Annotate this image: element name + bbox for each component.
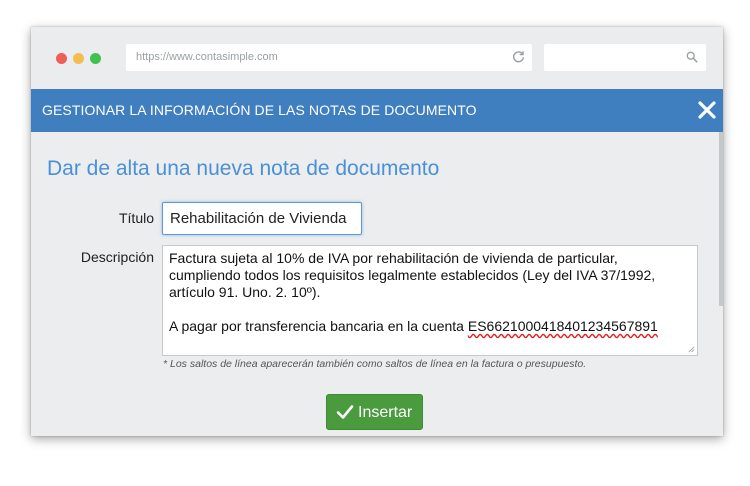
browser-search-box[interactable] (544, 44, 706, 71)
modal-body: Dar de alta una nueva nota de documento … (31, 132, 723, 436)
maximize-window-dot[interactable] (90, 53, 101, 64)
description-line: artículo 91. Uno. 2. 10º). (169, 284, 321, 300)
line-break-note: * Los saltos de línea aparecerán también… (163, 358, 587, 370)
insert-button-label: Insertar (358, 404, 413, 421)
description-label: Descripción (80, 249, 154, 265)
modal-title: GESTIONAR LA INFORMACIÓN DE LAS NOTAS DE… (42, 102, 477, 118)
modal-header: GESTIONAR LA INFORMACIÓN DE LAS NOTAS DE… (31, 89, 723, 132)
close-icon[interactable] (697, 100, 717, 120)
description-textarea[interactable]: Factura sujeta al 10% de IVA por rehabil… (162, 245, 698, 356)
title-input[interactable] (162, 202, 362, 235)
description-payment-text: A pagar por transferencia bancaria en la… (169, 318, 468, 334)
url-text: https://www.contasimple.com (136, 51, 278, 63)
title-label: Título (118, 210, 154, 226)
address-bar[interactable]: https://www.contasimple.com (126, 44, 532, 71)
description-line: cumpliendo todos los requisitos legalmen… (169, 267, 656, 283)
browser-window: https://www.contasimple.com GESTIONAR LA… (31, 27, 723, 436)
description-line: A pagar por transferencia bancaria en la… (169, 318, 691, 335)
checkmark-icon (336, 405, 354, 419)
minimize-window-dot[interactable] (73, 53, 84, 64)
close-window-dot[interactable] (56, 53, 67, 64)
resize-handle-icon[interactable] (688, 346, 695, 353)
search-icon[interactable] (686, 51, 698, 63)
reload-icon[interactable] (512, 50, 525, 63)
description-line: Factura sujeta al 10% de IVA por rehabil… (169, 250, 618, 266)
description-line (169, 301, 691, 318)
iban-text: ES6621000418401234567891 (467, 318, 658, 334)
insert-button[interactable]: Insertar (326, 394, 423, 430)
browser-toolbar: https://www.contasimple.com (31, 27, 723, 89)
form-heading: Dar de alta una nueva nota de documento (47, 157, 440, 180)
